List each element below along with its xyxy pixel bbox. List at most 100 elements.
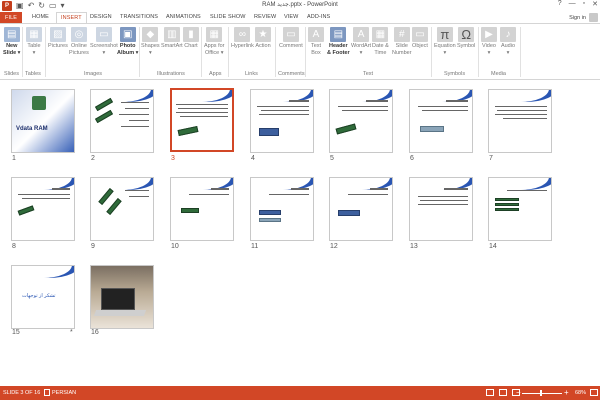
object-button[interactable]: ▭ Object (412, 27, 428, 50)
slide-number: 12 (330, 243, 338, 250)
slide-title: Vdata RAM (16, 126, 48, 132)
new-slide-button[interactable]: ▤ New Slide ▾ (3, 27, 20, 57)
tab-slide-show[interactable]: SLIDE SHOW (210, 14, 246, 20)
tab-animations[interactable]: ANIMATIONS (166, 14, 201, 20)
slide-number: 14 (489, 243, 497, 250)
window-controls: ? — ▫ ✕ (558, 0, 598, 8)
group-symbols: Symbols (444, 71, 466, 77)
slide-thumbnail[interactable] (250, 89, 314, 153)
transition-indicator-icon[interactable]: * (70, 329, 73, 336)
shapes-icon: ◆ (142, 27, 159, 42)
apps-for-office-button[interactable]: ▦ Apps for Office ▾ (204, 27, 224, 57)
comment-button[interactable]: ▭ Comment (279, 27, 303, 50)
tab-review[interactable]: REVIEW (254, 14, 276, 20)
video-label: Video ▾ (482, 43, 496, 56)
fit-to-window-icon[interactable] (590, 389, 598, 396)
video-button[interactable]: ▶ Video ▾ (481, 27, 497, 57)
smartart-button[interactable]: ▥ SmartArt (161, 27, 183, 50)
photo-album-button[interactable]: ▣ Photo Album ▾ (117, 27, 138, 57)
slide-thumbnail[interactable] (170, 177, 234, 241)
photo-album-icon: ▣ (119, 27, 136, 42)
close-button[interactable]: ✕ (592, 0, 598, 8)
wordart-button[interactable]: A WordArt ▾ (351, 27, 371, 57)
ribbon-separator (45, 27, 46, 77)
text-line (348, 194, 388, 195)
text-line (180, 116, 228, 117)
view-buttons (486, 389, 520, 396)
text-line (52, 188, 70, 190)
equation-button[interactable]: π Equation ▾ (434, 27, 456, 57)
screenshot-button[interactable]: ▭ Screenshot ▾ (90, 27, 118, 57)
tab-transitions[interactable]: TRANSITIONS (120, 14, 158, 20)
ribbon-separator (275, 27, 276, 77)
text-line (418, 204, 468, 205)
table-label: Table ▾ (27, 43, 41, 56)
slide-thumbnail[interactable] (409, 89, 473, 153)
symbol-icon: Ω (458, 27, 475, 42)
tab-design[interactable]: DESIGN (90, 14, 112, 20)
slide-thumbnail-selected[interactable] (170, 88, 234, 152)
ribbon-separator (22, 27, 23, 77)
slide-number: 8 (12, 243, 16, 250)
symbol-button[interactable]: Ω Symbol (457, 27, 475, 50)
date-time-button[interactable]: ▦ Date & Time (372, 27, 389, 57)
tab-file[interactable]: FILE (0, 12, 22, 23)
slide-thumbnail[interactable] (329, 89, 393, 153)
slide-decoration (251, 138, 313, 152)
pictures-label: Pictures (48, 43, 68, 49)
zoom-slider[interactable] (522, 393, 562, 394)
text-line (257, 106, 309, 107)
slide-thumbnail[interactable] (90, 265, 154, 329)
zoom-level[interactable]: 68% (575, 390, 586, 396)
slide-thumbnail[interactable] (90, 89, 154, 153)
shapes-button[interactable]: ◆ Shapes ▾ (141, 27, 160, 57)
text-box-button[interactable]: A Text Box (308, 27, 324, 57)
laptop-screen (101, 288, 135, 310)
comment-label: Comment (279, 43, 303, 49)
online-pictures-button[interactable]: ◎ Online Pictures (69, 27, 89, 57)
language-status[interactable]: PERSIAN (52, 390, 76, 396)
action-label: Action (255, 43, 271, 49)
slide-number-button[interactable]: # Slide Number (392, 27, 412, 57)
slide-thumbnail[interactable] (409, 177, 473, 241)
slide-decoration (171, 226, 233, 240)
slide-sorter-view-icon[interactable] (499, 389, 507, 396)
table-button[interactable]: ▦ Table ▾ (26, 27, 42, 57)
header-footer-button[interactable]: ▤ Header & Footer (327, 27, 350, 57)
tab-view[interactable]: VIEW (284, 14, 298, 20)
slide-thumbnail[interactable]: Vdata RAM (11, 89, 75, 153)
normal-view-icon[interactable] (486, 389, 494, 396)
chart-button[interactable]: ▮ Chart (183, 27, 199, 50)
text-line (370, 188, 388, 190)
pictures-button[interactable]: ▨ Pictures (48, 27, 68, 50)
audio-button[interactable]: ♪ Audio ▾ (500, 27, 516, 57)
slide-thumbnail[interactable] (11, 177, 75, 241)
text-box-label: Text Box (310, 43, 322, 56)
proofing-icon[interactable] (44, 389, 50, 396)
sign-in-link[interactable]: Sign in (569, 15, 586, 21)
slide-thumbnail[interactable] (90, 177, 154, 241)
chart-label: Chart (184, 43, 198, 49)
slide-thumbnail[interactable] (488, 177, 552, 241)
slide-thumbnail[interactable] (488, 89, 552, 153)
group-media: Media (491, 71, 506, 77)
ram-image (420, 126, 444, 132)
ram-image (259, 128, 279, 136)
hyperlink-button[interactable]: ∞ Hyperlink (231, 27, 254, 50)
minimize-button[interactable]: — (569, 0, 576, 8)
zoom-slider-thumb[interactable] (540, 390, 542, 396)
tab-home[interactable]: HOME (32, 14, 49, 20)
slide-thumbnail[interactable] (250, 177, 314, 241)
zoom-out-button[interactable]: − (516, 388, 521, 397)
restore-button[interactable]: ▫ (583, 0, 585, 8)
slide-thumbnail[interactable]: تشکر از توجهات (11, 265, 75, 329)
slide-thumbnail[interactable] (329, 177, 393, 241)
zoom-in-button[interactable]: + (564, 388, 569, 397)
date-time-icon: ▦ (372, 27, 389, 42)
object-label: Object (412, 43, 428, 49)
avatar[interactable] (589, 13, 598, 22)
tab-add-ins[interactable]: ADD-INS (307, 14, 330, 20)
ram-image (106, 197, 122, 216)
help-icon[interactable]: ? (558, 0, 562, 8)
action-button[interactable]: ★ Action (255, 27, 271, 50)
